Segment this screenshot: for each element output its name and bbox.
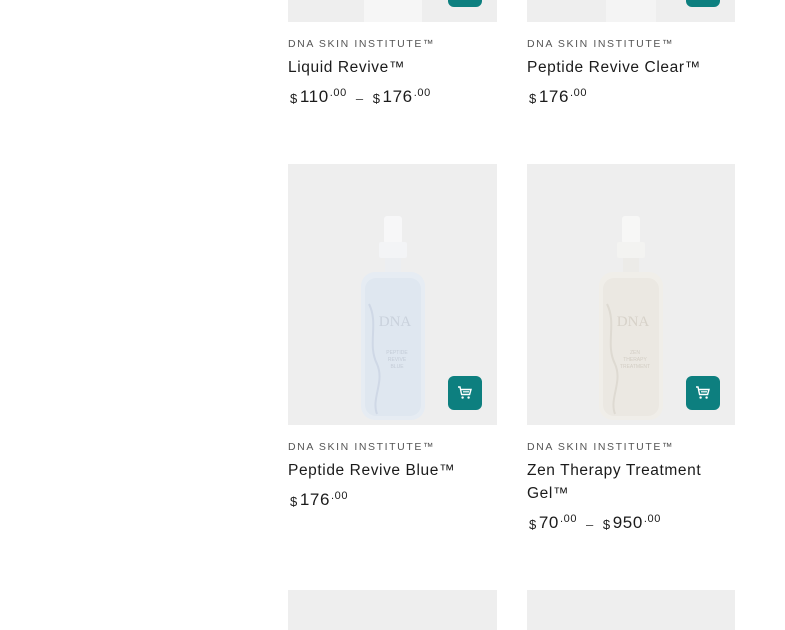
svg-text:TREATMENT: TREATMENT — [620, 364, 650, 370]
product-price: $70.00– $950.00 — [529, 513, 661, 532]
product-brand: DNA SKIN INSTITUTE™ — [527, 441, 675, 453]
cart-icon — [696, 386, 710, 399]
svg-text:PEPTIDE: PEPTIDE — [386, 350, 408, 356]
product-brand: DNA SKIN INSTITUTE™ — [288, 38, 436, 50]
svg-text:THERAPY: THERAPY — [623, 357, 647, 363]
product-image[interactable] — [527, 0, 735, 22]
product-title[interactable]: Peptide Revive Clear™ — [527, 56, 701, 79]
add-to-cart-button[interactable] — [686, 0, 720, 7]
product-image-next-row-left[interactable] — [288, 590, 497, 630]
product-image[interactable]: DNA ZEN THERAPY TREATMENT — [527, 164, 735, 425]
add-to-cart-button[interactable] — [448, 0, 482, 7]
product-image[interactable]: DNA PEPTIDE REVIVE BLUE — [288, 164, 497, 425]
product-title[interactable]: Liquid Revive™ — [288, 56, 405, 79]
product-image[interactable] — [288, 0, 497, 22]
svg-text:REVIVE: REVIVE — [387, 357, 406, 363]
bottle-image — [606, 0, 656, 22]
bottle-image: DNA ZEN THERAPY TREATMENT — [599, 216, 663, 420]
product-brand: DNA SKIN INSTITUTE™ — [527, 38, 675, 50]
cart-icon — [458, 386, 472, 399]
svg-text:DNA: DNA — [617, 314, 650, 330]
bottle-image: DNA PEPTIDE REVIVE BLUE — [360, 216, 425, 420]
product-title-line1: Zen Therapy Treatment — [527, 462, 702, 479]
bottle-image — [363, 0, 422, 22]
product-price: $110.00– $176.00 — [290, 87, 431, 106]
product-title-line2: Gel™ — [527, 485, 570, 502]
product-title[interactable]: Zen Therapy Treatment Gel™ — [527, 459, 701, 505]
product-title[interactable]: Peptide Revive Blue™ — [288, 459, 455, 482]
svg-text:BLUE: BLUE — [390, 364, 404, 370]
svg-text:ZEN: ZEN — [630, 350, 640, 356]
add-to-cart-button[interactable] — [448, 376, 482, 410]
product-image-next-row-right[interactable] — [527, 590, 735, 630]
product-price: $176.00 — [529, 87, 588, 106]
product-brand: DNA SKIN INSTITUTE™ — [288, 441, 436, 453]
svg-text:DNA: DNA — [378, 314, 411, 330]
add-to-cart-button[interactable] — [686, 376, 720, 410]
product-price: $176.00 — [290, 490, 349, 509]
